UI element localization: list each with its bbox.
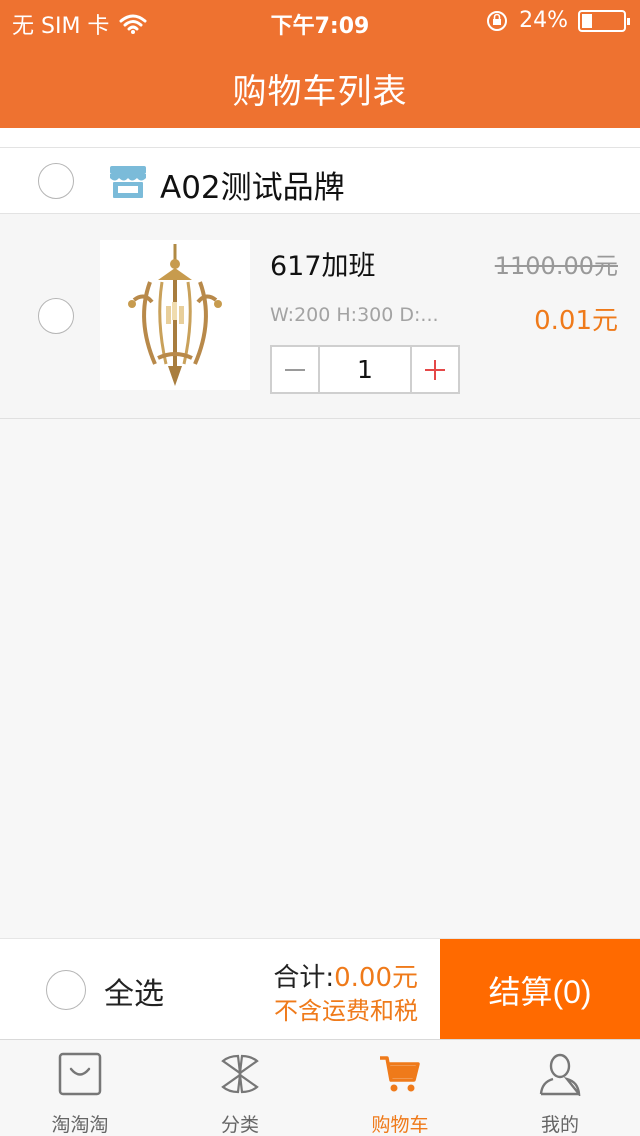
battery-percent: 24% <box>519 8 568 33</box>
tax-note: 不含运费和税 <box>274 997 418 1025</box>
decrease-button[interactable] <box>272 347 320 392</box>
shopping-bag-icon <box>58 1052 102 1096</box>
product-image[interactable] <box>100 240 250 390</box>
cart-icon <box>380 1056 420 1092</box>
status-bar: 无 SIM 卡 下午7:09 24% <box>0 0 640 40</box>
rotation-lock-icon <box>487 10 508 31</box>
tab-label: 淘淘淘 <box>51 1114 109 1136</box>
chandelier-image <box>128 244 222 386</box>
cart-item-row[interactable]: 617加班 1100.00元 W:200 H:300 D:... 0.01元 1 <box>0 214 640 419</box>
tab-bar: 淘淘淘 分类 购物车 我的 <box>0 1039 640 1136</box>
user-icon <box>539 1053 581 1096</box>
total-line: 合计:0.00元 <box>273 957 418 994</box>
current-price: 0.01元 <box>534 306 618 336</box>
tab-label: 我的 <box>540 1114 579 1136</box>
tab-label: 购物车 <box>371 1114 429 1136</box>
divider <box>0 128 640 148</box>
tab-category[interactable]: 分类 <box>160 1040 320 1136</box>
store-row[interactable]: A02测试品牌 <box>0 148 640 214</box>
quantity-stepper: 1 <box>270 345 460 394</box>
total-label: 合计: <box>273 963 335 993</box>
store-select-radio[interactable] <box>38 163 74 199</box>
tab-profile[interactable]: 我的 <box>480 1040 640 1136</box>
store-icon <box>110 166 146 198</box>
minus-icon <box>285 368 305 371</box>
store-name[interactable]: A02测试品牌 <box>160 162 345 207</box>
select-all-label[interactable]: 全选 <box>104 969 164 1013</box>
category-icon <box>221 1054 259 1094</box>
tab-cart[interactable]: 购物车 <box>320 1040 480 1136</box>
battery-icon <box>578 9 630 32</box>
total-amount: 0.00元 <box>334 963 418 993</box>
product-name[interactable]: 617加班 <box>270 244 376 283</box>
plus-icon <box>425 359 445 380</box>
original-price: 1100.00元 <box>494 252 618 280</box>
status-right: 24% <box>485 8 630 33</box>
increase-button[interactable] <box>410 347 458 392</box>
select-all-radio[interactable] <box>46 970 86 1010</box>
app-header: 无 SIM 卡 下午7:09 24% 购物车列表 <box>0 0 640 128</box>
checkout-button[interactable]: 结算(0) <box>440 939 640 1040</box>
page-title: 购物车列表 <box>232 72 408 112</box>
battery-fill <box>582 13 592 28</box>
quantity-value[interactable]: 1 <box>320 347 410 392</box>
checkout-bar: 全选 合计:0.00元 不含运费和税 结算(0) <box>0 938 640 1040</box>
tab-label: 分类 <box>220 1114 259 1136</box>
tab-home[interactable]: 淘淘淘 <box>0 1040 160 1136</box>
product-spec: W:200 H:300 D:... <box>270 304 439 326</box>
item-select-radio[interactable] <box>38 298 74 334</box>
